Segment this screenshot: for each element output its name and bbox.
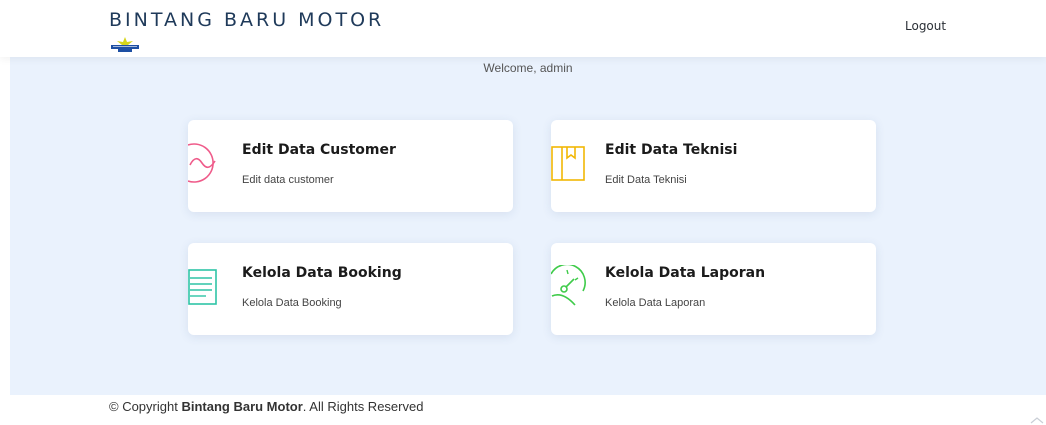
card-description: Edit data customer [242, 174, 334, 186]
welcome-text: Welcome, admin [483, 61, 573, 75]
top-header: BINTANG BARU MOTOR Logout [0, 0, 1046, 57]
card-title[interactable]: Kelola Data Laporan [605, 265, 765, 281]
wave-circle-icon [188, 143, 216, 183]
card-title[interactable]: Edit Data Customer [242, 142, 396, 158]
card-description: Kelola Data Laporan [605, 297, 706, 309]
dashboard-area: Welcome, admin Edit Data Customer Edit d… [10, 57, 1046, 395]
card-title[interactable]: Kelola Data Booking [242, 265, 402, 281]
speedometer-icon [551, 265, 586, 306]
footer-copyright: © Copyright Bintang Baru Motor. All Righ… [109, 399, 423, 414]
chevron-up-icon[interactable] [1028, 414, 1046, 425]
document-lines-icon [188, 269, 217, 305]
copyright-suffix: . All Rights Reserved [302, 399, 424, 414]
copyright-company: Bintang Baru Motor [181, 399, 303, 414]
copyright-prefix: © Copyright [109, 399, 182, 414]
brand-title[interactable]: BINTANG BARU MOTOR [109, 9, 384, 31]
card-description: Kelola Data Booking [242, 297, 342, 309]
logout-link[interactable]: Logout [905, 19, 946, 33]
card-title[interactable]: Edit Data Teknisi [605, 142, 737, 158]
card-kelola-data-booking[interactable]: Kelola Data Booking Kelola Data Booking [188, 243, 513, 335]
card-kelola-data-laporan[interactable]: Kelola Data Laporan Kelola Data Laporan [551, 243, 876, 335]
card-edit-data-teknisi[interactable]: Edit Data Teknisi Edit Data Teknisi [551, 120, 876, 212]
card-description: Edit Data Teknisi [605, 174, 687, 186]
book-icon [551, 146, 585, 181]
brand-logo[interactable] [109, 36, 141, 54]
card-edit-data-customer[interactable]: Edit Data Customer Edit data customer [188, 120, 513, 212]
